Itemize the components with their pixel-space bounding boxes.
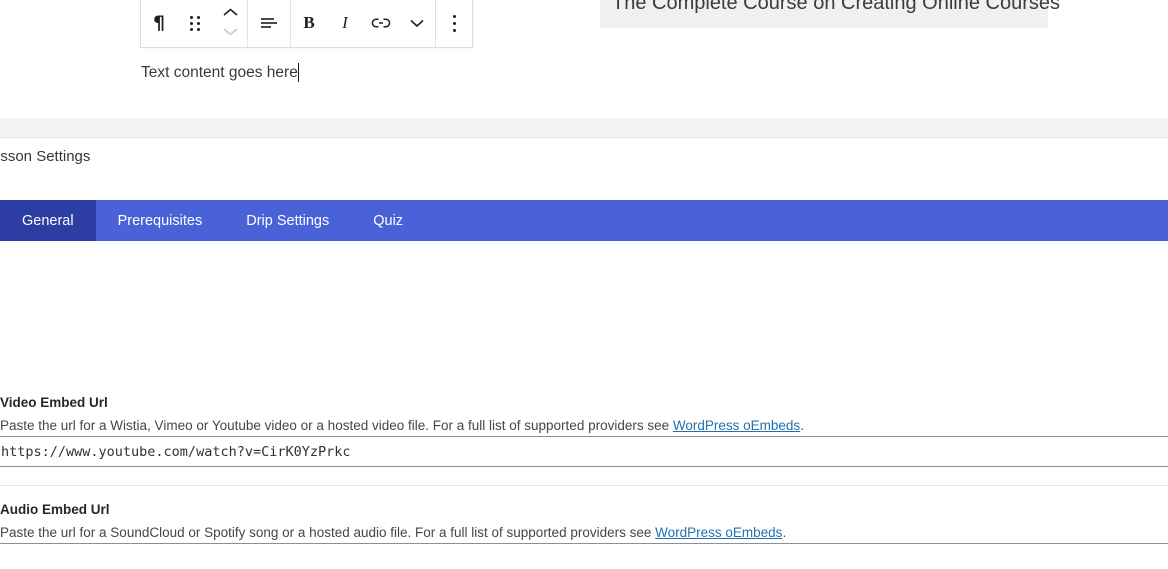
field-video-embed-url: Video Embed Url Paste the url for a Wist… [0, 394, 804, 435]
more-formatting-chevron-down-icon[interactable] [399, 0, 435, 47]
panel-title: esson Settings [0, 148, 91, 165]
wordpress-oembeds-link-audio[interactable]: WordPress oEmbeds [655, 525, 782, 540]
audio-desc-text-before: Paste the url for a SoundCloud or Spotif… [0, 524, 656, 540]
field-audio-embed-url: Audio Embed Url Paste the url for a Soun… [0, 501, 786, 542]
tab-general[interactable]: General [0, 200, 96, 241]
video-desc-text-before: Paste the url for a Wistia, Vimeo or You… [0, 417, 673, 433]
field-divider [0, 485, 1168, 486]
bold-label: B [303, 13, 315, 32]
audio-input-wrapper [0, 543, 1168, 569]
text-caret [297, 63, 299, 83]
video-input-wrapper [0, 436, 1168, 467]
bold-button[interactable]: B [291, 0, 327, 47]
toolbar-group-format: B I [291, 0, 436, 47]
video-desc-text-after: . [800, 417, 804, 433]
audio-embed-url-input[interactable] [0, 543, 1168, 569]
paragraph-block[interactable]: Text content goes here [141, 62, 299, 84]
panel-separator [0, 118, 1168, 138]
wordpress-oembeds-link-video[interactable]: WordPress oEmbeds [673, 418, 800, 433]
tab-prerequisites[interactable]: Prerequisites [96, 200, 225, 241]
tab-drip-settings[interactable]: Drip Settings [224, 200, 351, 241]
tab-quiz[interactable]: Quiz [351, 200, 425, 241]
link-icon[interactable] [363, 0, 399, 47]
drag-handle-icon[interactable] [177, 0, 213, 47]
post-title-text: The Complete Course on Creating Online C… [612, 0, 1060, 14]
video-embed-url-label: Video Embed Url [0, 395, 108, 410]
audio-embed-url-label: Audio Embed Url [0, 502, 110, 517]
chevron-up-icon[interactable] [222, 5, 239, 23]
video-embed-url-input[interactable] [0, 436, 1168, 467]
block-toolbar: ¶ B I [140, 0, 473, 48]
settings-tab-bar: General Prerequisites Drip Settings Quiz [0, 200, 1168, 241]
italic-button[interactable]: I [327, 0, 363, 47]
toolbar-group-block: ¶ [141, 0, 248, 47]
audio-desc-text-after: . [782, 524, 787, 540]
audio-embed-url-description: Paste the url for a SoundCloud or Spotif… [0, 523, 786, 543]
paragraph-icon[interactable]: ¶ [141, 0, 177, 47]
toolbar-group-align [248, 0, 291, 47]
editor-screen: The Complete Course on Creating Online C… [0, 0, 1168, 569]
lesson-settings-panel: esson Settings General Prerequisites Dri… [0, 139, 1168, 569]
more-options-dots [452, 14, 456, 32]
block-mover[interactable] [213, 0, 247, 47]
align-text-icon[interactable] [248, 0, 290, 47]
chevron-down-icon[interactable] [222, 24, 239, 42]
drag-handle-dots [190, 15, 200, 31]
paragraph-glyph: ¶ [152, 11, 166, 34]
paragraph-text: Text content goes here [141, 64, 298, 81]
more-options-vertical-icon[interactable] [436, 0, 472, 47]
block-editor-canvas: The Complete Course on Creating Online C… [0, 0, 1168, 118]
toolbar-group-options [436, 0, 472, 47]
italic-label: I [342, 13, 348, 32]
post-title-block[interactable]: The Complete Course on Creating Online C… [600, 0, 1060, 28]
video-embed-url-description: Paste the url for a Wistia, Vimeo or You… [0, 416, 804, 436]
